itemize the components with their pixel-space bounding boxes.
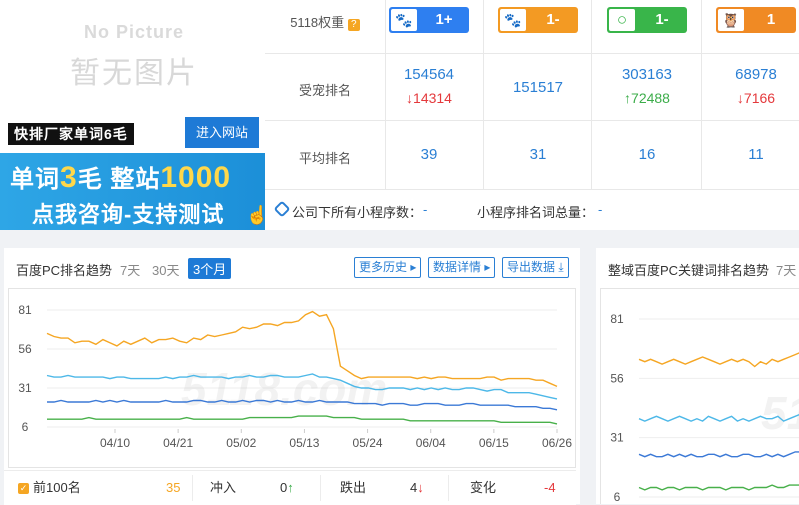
panel-title: 整域百度PC关键词排名趋势 [608, 263, 770, 278]
paw-icon: 🐾 [391, 9, 417, 31]
question-badge-icon[interactable]: ? [347, 19, 360, 31]
rush-value: 0↑ [280, 480, 294, 495]
no-picture-en: No Picture [84, 22, 185, 42]
engine-rank-value[interactable]: 151517 [498, 79, 578, 96]
promo-banner-line1: 单词3毛 整站1000 [10, 161, 232, 194]
arrow-up-icon: ↑ [287, 480, 294, 495]
data-detail-button[interactable]: 数据详情 ▸ [428, 257, 496, 278]
engine-avg-value: 16 [638, 146, 656, 163]
y-tick-label: 81 [18, 303, 32, 317]
mini-program-icon [273, 200, 291, 218]
promo-banner-line2: 点我咨询-支持测试 [32, 202, 225, 227]
chart-svg-left: 6 31 56 81 5118.com 04/10 04/21 05/02 05/13 05/24… [18, 303, 572, 450]
promo-strip: 快排厂家单词6毛 进入网站 [0, 113, 265, 153]
engine-avg-value: 31 [529, 146, 547, 163]
ring-icon: ○ [609, 9, 635, 31]
avg-row-label: 平均排名 [298, 151, 351, 166]
x-tick-label: 06/15 [479, 436, 509, 450]
export-data-button[interactable]: 导出数据 ⤓ [502, 257, 569, 278]
engine-weight-pill-360[interactable]: ○ 1- [607, 7, 687, 33]
chart-frame: 6 31 56 81 5118.com 04/10 04/21 05/02 05/13 05/24… [8, 288, 576, 468]
watermark: 5118.com [761, 387, 799, 439]
divider [320, 475, 321, 501]
engine-rank-change: ↓7166 [736, 90, 776, 106]
divider [448, 475, 449, 501]
divider [591, 0, 592, 190]
rank-stats-row: ✓ 前100名 35 冲入 0↑ 跌出 4↓ 变化 -4 [4, 470, 576, 505]
drop-label: 跌出 [340, 480, 367, 495]
more-history-button[interactable]: 更多历史 ▸ [354, 257, 422, 278]
promo-banner[interactable]: 单词3毛 整站1000 点我咨询-支持测试 ☝ [0, 153, 268, 230]
rush-label: 冲入 [210, 480, 237, 495]
owl-icon: 🦉 [718, 9, 744, 31]
engine-avg-value: 39 [420, 146, 438, 163]
x-tick-label: 05/13 [289, 436, 319, 450]
divider [385, 0, 386, 190]
paw-icon: 🐾 [500, 9, 526, 31]
checkbox-icon[interactable]: ✓ [18, 483, 29, 495]
range-30d[interactable]: 30天 [152, 260, 179, 279]
x-tick-label: 06/26 [542, 436, 572, 450]
change-value: -4 [544, 480, 556, 495]
engine-rank-change: ↑72488 [624, 90, 670, 106]
top100-label[interactable]: ✓ 前100名 [18, 471, 81, 505]
x-tick-label: 05/02 [226, 436, 256, 450]
y-tick-label: 6 [614, 490, 621, 504]
x-tick-label: 05/24 [353, 436, 383, 450]
divider [483, 0, 484, 190]
mini-company-value[interactable]: - [423, 202, 427, 217]
engine-rank-value[interactable]: 303163 [607, 66, 687, 83]
mini-words-value[interactable]: - [598, 202, 602, 217]
series-line-2 [638, 451, 799, 458]
baidu-pc-trend-panel: 百度PC排名趋势 7天 30天 3个月 更多历史 ▸ 数据详情 ▸ 导出数据 ⤓… [4, 248, 580, 504]
x-tick-label: 04/10 [100, 436, 130, 450]
y-tick-label: 31 [18, 381, 32, 395]
engine-weight-pill-baidu[interactable]: 🐾 1+ [389, 7, 469, 33]
y-tick-label: 56 [610, 371, 624, 385]
y-tick-label: 56 [18, 342, 32, 356]
arrow-down-icon: ↓ [417, 480, 424, 495]
mini-company-label: 公司下所有小程序数： [292, 205, 423, 220]
divider [701, 0, 702, 190]
change-label: 变化 [470, 480, 497, 495]
range-3m[interactable]: 3个月 [188, 258, 232, 279]
watermark: 5118.com [181, 363, 387, 415]
range-7d[interactable]: 7天 [120, 260, 140, 279]
engine-weight-pill-baidu-mobile[interactable]: 🐾 1- [498, 7, 578, 33]
promo-black-label[interactable]: 快排厂家单词6毛 [8, 123, 134, 145]
enter-site-button[interactable]: 进入网站 [185, 117, 259, 148]
x-tick-label: 06/04 [416, 436, 446, 450]
drop-value: 4↓ [410, 480, 424, 495]
no-picture-cn: 暂无图片 [70, 57, 198, 90]
engine-rank-change: ↓14314 [406, 90, 452, 106]
divider [192, 475, 193, 501]
no-picture-placeholder: No Picture 暂无图片 [0, 0, 265, 113]
metrics-table: 5118权重 ? 受宠排名 平均排名 🐾 1+ 154564 ↓14314 39… [265, 0, 799, 230]
chart-frame: 6 31 56 81 5118.com [600, 288, 799, 504]
engine-avg-value: 11 [748, 146, 764, 163]
engine-rank-value[interactable]: 154564 [389, 66, 469, 83]
mini-words-label: 小程序排名词总量： [477, 205, 595, 220]
rank-row-label: 受宠排名 [298, 83, 351, 98]
engine-weight-pill-sogou[interactable]: 🦉 1 [716, 7, 796, 33]
y-tick-label: 81 [610, 312, 624, 326]
domain-keyword-trend-panel: 整域百度PC关键词排名趋势 7天 6 31 56 81 5118.com [596, 248, 799, 504]
x-tick-label: 04/21 [163, 436, 193, 450]
series-line-0 [638, 352, 799, 368]
y-tick-label: 6 [22, 420, 29, 434]
mini-program-row: 公司下所有小程序数： - 小程序排名词总量： - [265, 190, 799, 230]
series-line-3 [638, 484, 799, 491]
engine-rank-value[interactable]: 68978 [716, 66, 796, 83]
weight-row-label: 5118权重 ? [265, 12, 385, 31]
divider [265, 53, 799, 54]
series-line-3 [47, 415, 558, 425]
divider [265, 120, 799, 121]
panel-title: 百度PC排名趋势 [16, 263, 113, 278]
y-tick-label: 31 [610, 431, 624, 445]
top100-value: 35 [166, 480, 181, 495]
chart-svg-right: 6 31 56 81 5118.com [610, 312, 799, 504]
range-7d[interactable]: 7天 [776, 260, 796, 279]
